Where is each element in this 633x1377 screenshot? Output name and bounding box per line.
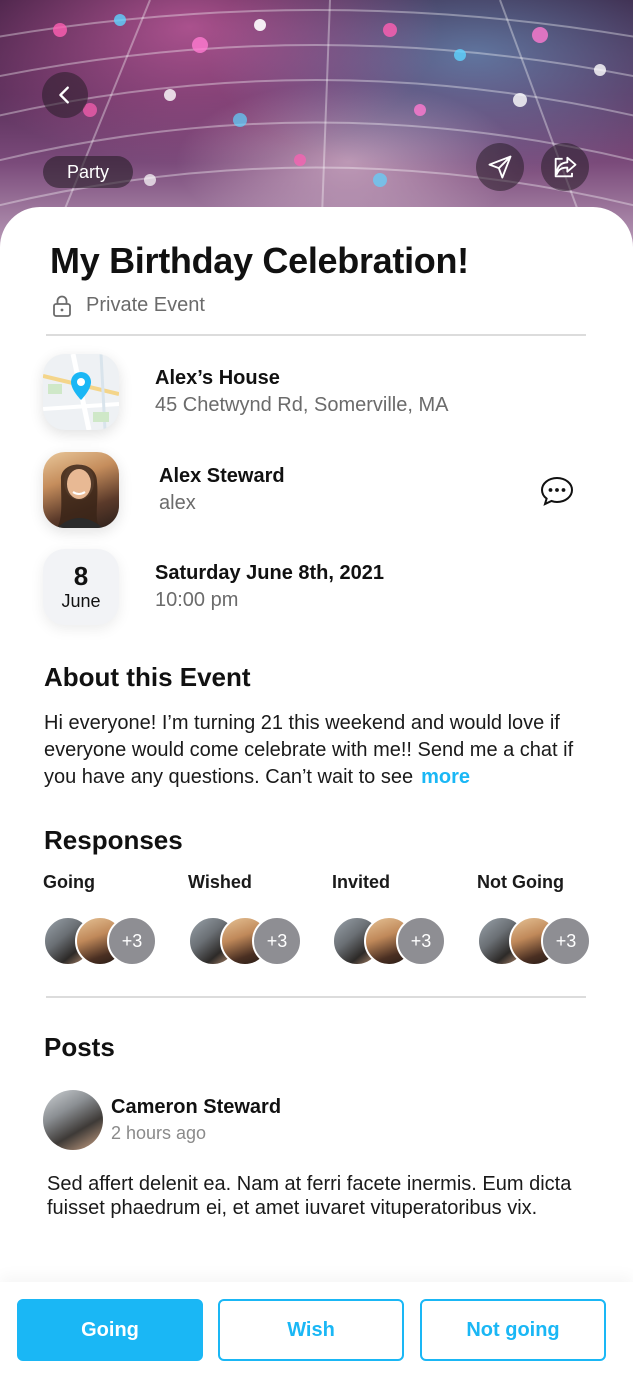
host-username: alex	[159, 492, 196, 514]
post-author[interactable]: Cameron Steward	[111, 1094, 281, 1120]
host-row[interactable]: Alex Steward alex	[43, 452, 285, 528]
about-heading: About this Event	[44, 662, 251, 692]
event-title: My Birthday Celebration!	[50, 240, 469, 281]
more-count-badge: +3	[541, 916, 591, 966]
chevron-left-icon	[59, 86, 69, 104]
post-timestamp: 2 hours ago	[111, 1123, 207, 1143]
privacy-indicator: Private Event	[52, 294, 205, 317]
responses-heading: Responses	[44, 825, 183, 855]
response-label: Invited	[332, 872, 391, 892]
going-button[interactable]: Going	[17, 1299, 203, 1361]
about-description: Hi everyone! I’m turning 21 this weekend…	[44, 710, 594, 791]
map-thumbnail[interactable]	[43, 354, 119, 430]
host-photo	[57, 464, 103, 528]
event-time: 10:00 pm	[155, 589, 239, 611]
host-avatar[interactable]	[43, 452, 119, 528]
date-day: 8	[73, 561, 89, 591]
date-month: June	[61, 591, 101, 611]
posts-heading: Posts	[44, 1032, 115, 1062]
paper-plane-icon	[488, 155, 512, 179]
about-text: Hi everyone! I’m turning 21 this weekend…	[44, 712, 574, 788]
map-pin-icon	[43, 354, 119, 430]
wish-button[interactable]: Wish	[218, 1299, 404, 1361]
chat-bubble-icon	[540, 476, 574, 506]
responses-not-going[interactable]: Not Going +3	[477, 872, 607, 968]
responses-invited[interactable]: Invited +3	[332, 872, 462, 968]
more-count-badge: +3	[107, 916, 157, 966]
message-host-button[interactable]	[540, 476, 574, 511]
lock-icon	[53, 295, 71, 317]
response-label: Going	[43, 872, 95, 892]
location-address[interactable]: 45 Chetwynd Rd, Somerville, MA	[155, 391, 448, 419]
post-header: Cameron Steward 2 hours ago	[43, 1090, 281, 1150]
post-body: Sed affert delenit ea. Nam at ferri face…	[47, 1173, 572, 1219]
host-name: Alex Steward	[159, 465, 285, 487]
response-label: Not Going	[477, 872, 564, 892]
divider	[46, 334, 586, 336]
response-label: Wished	[188, 872, 252, 892]
date-badge: 8 June	[43, 549, 119, 625]
more-count-badge: +3	[396, 916, 446, 966]
responses-going[interactable]: Going +3	[43, 872, 173, 968]
datetime-row[interactable]: 8 June Saturday June 8th, 2021 10:00 pm	[43, 549, 384, 625]
more-count-badge: +3	[252, 916, 302, 966]
location-row[interactable]: Alex’s House 45 Chetwynd Rd, Somerville,…	[43, 354, 448, 430]
avatar-stack[interactable]: +3	[332, 916, 462, 968]
send-button[interactable]	[476, 143, 524, 191]
share-button[interactable]	[541, 143, 589, 191]
responses-wished[interactable]: Wished +3	[188, 872, 318, 968]
divider	[46, 996, 586, 998]
back-button[interactable]	[42, 72, 88, 118]
more-link[interactable]: more	[421, 766, 470, 788]
avatar-stack[interactable]: +3	[43, 916, 173, 968]
privacy-label: Private Event	[86, 294, 205, 316]
not-going-button[interactable]: Not going	[420, 1299, 606, 1361]
date-full: Saturday June 8th, 2021	[155, 562, 384, 584]
avatar-stack[interactable]: +3	[477, 916, 607, 968]
share-icon	[554, 156, 577, 178]
category-chip[interactable]: Party	[43, 156, 134, 188]
location-name: Alex’s House	[155, 367, 280, 389]
avatar-stack[interactable]: +3	[188, 916, 318, 968]
avatar[interactable]	[43, 1090, 103, 1150]
